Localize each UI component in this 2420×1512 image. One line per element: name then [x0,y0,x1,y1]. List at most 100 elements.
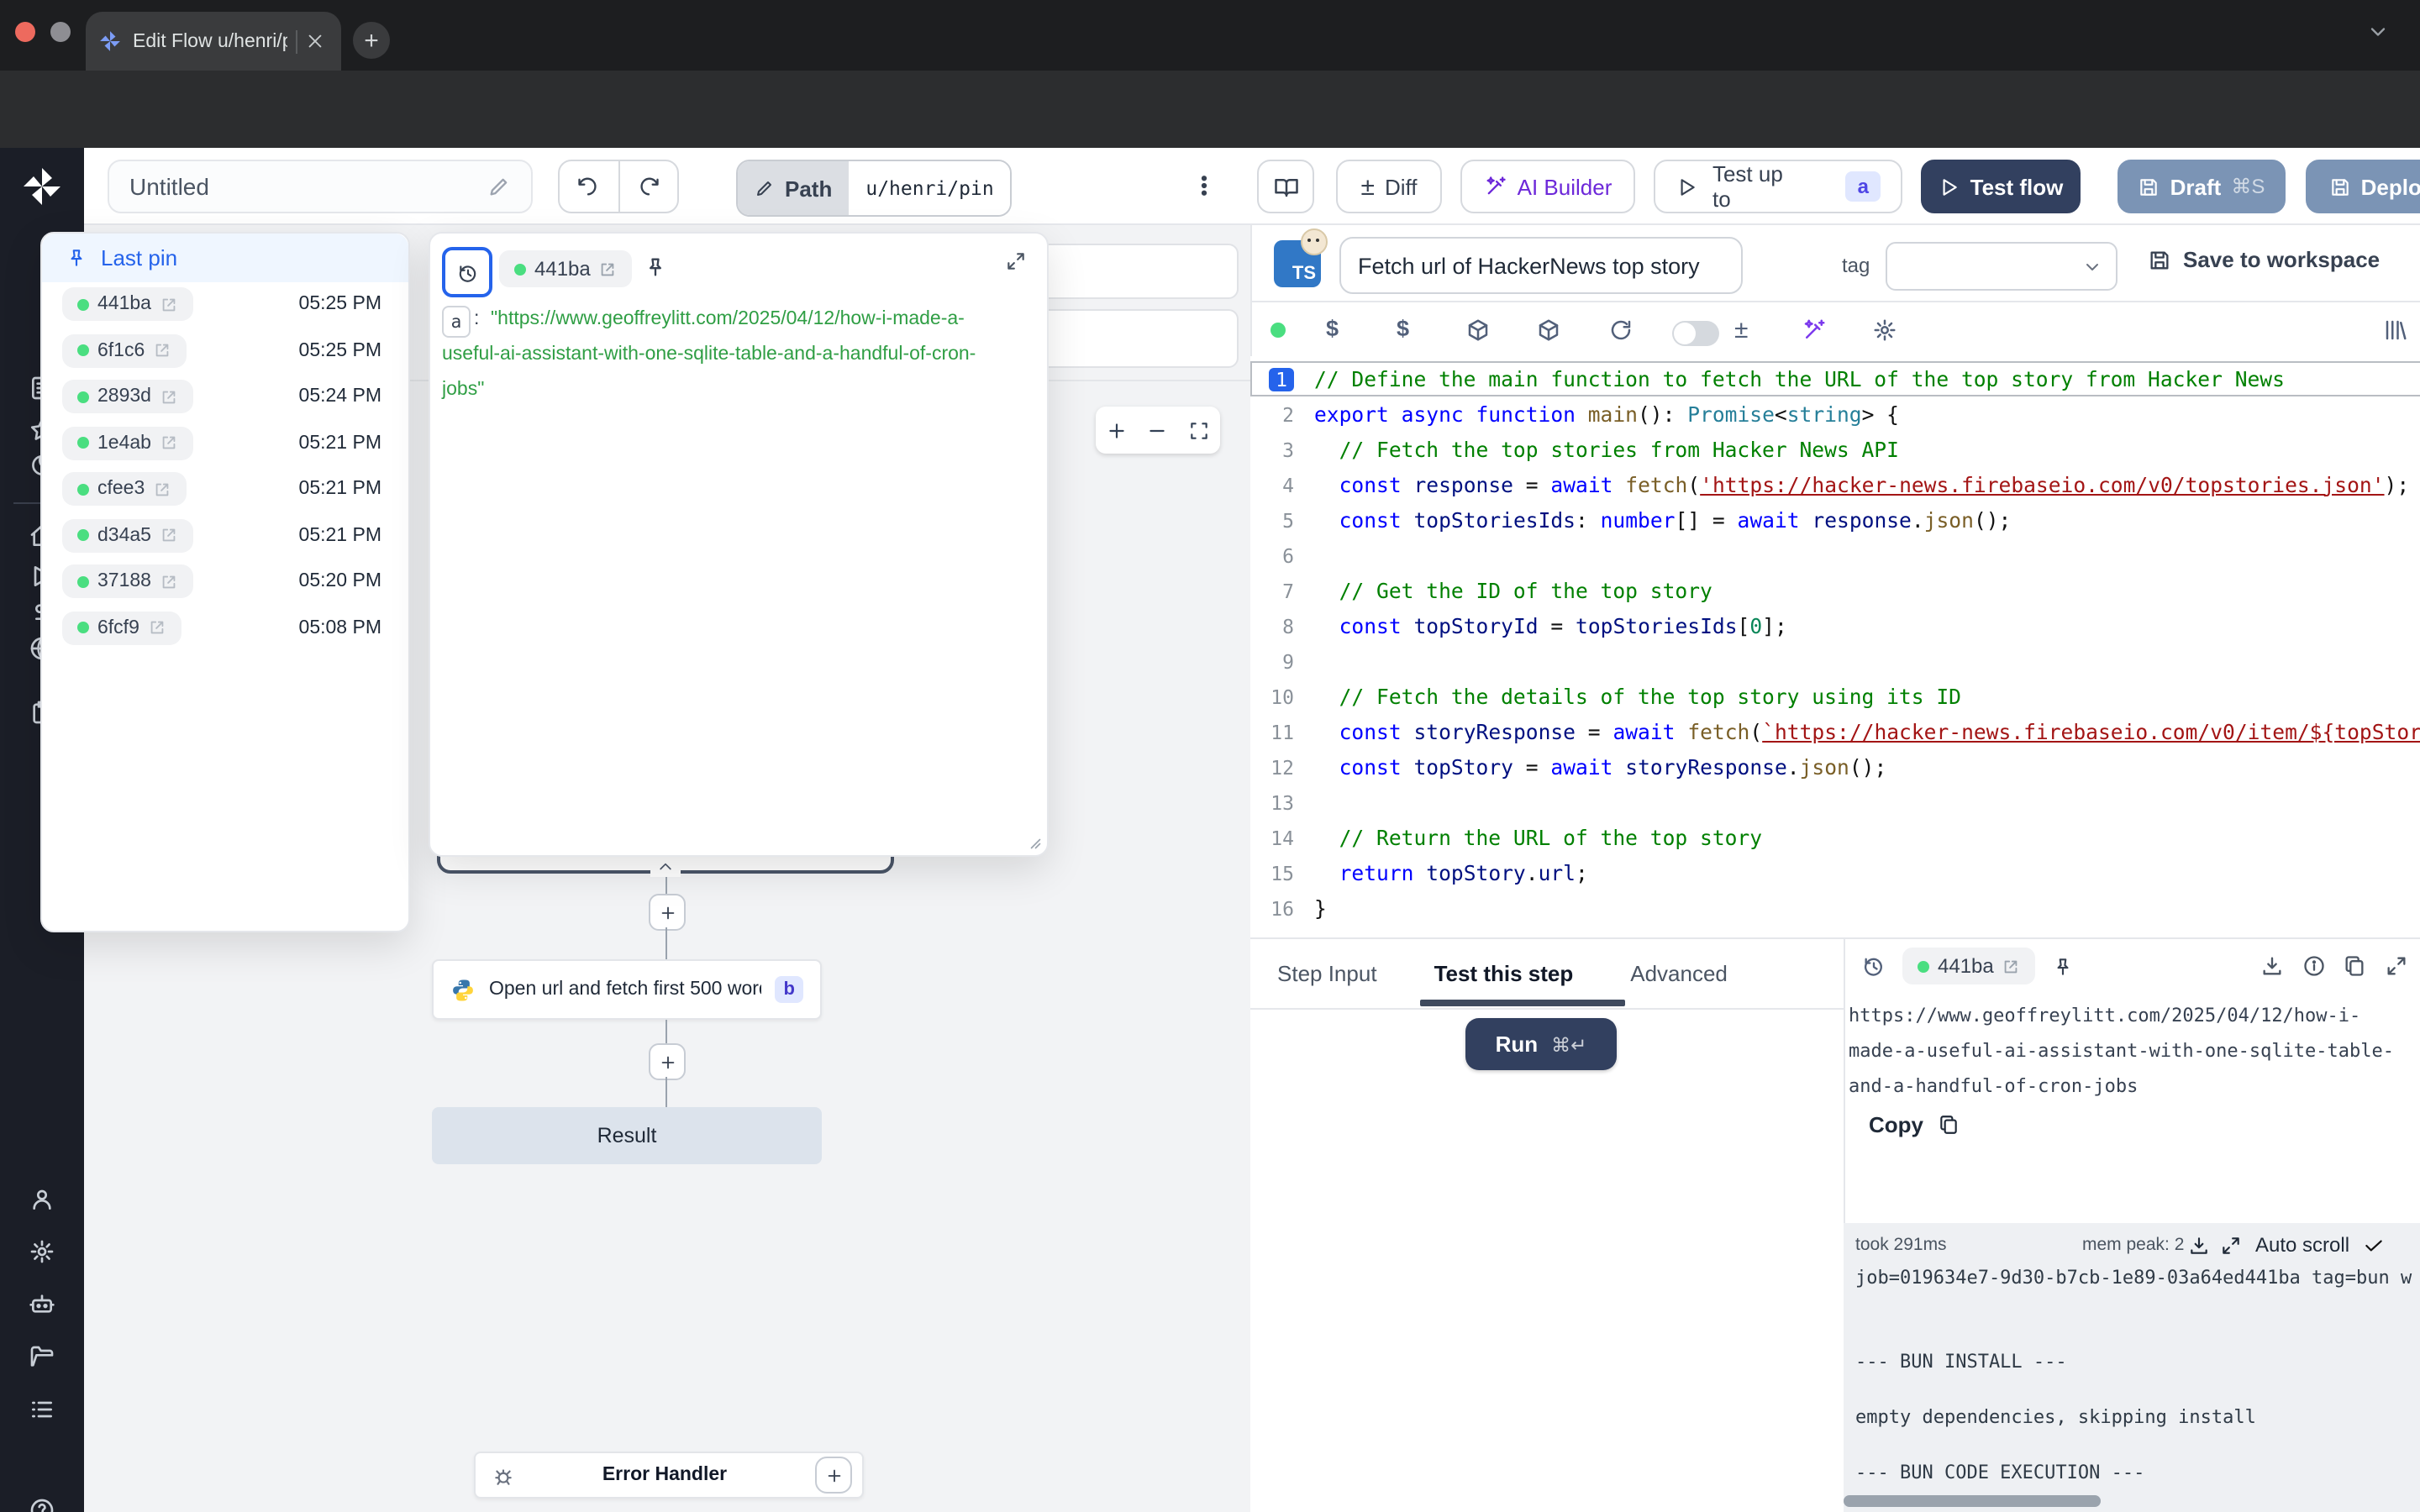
diff-toggle[interactable] [1672,321,1719,346]
flow-name-field[interactable]: Untitled [108,160,533,213]
pin-row[interactable]: 1e4ab05:21 PM [62,424,388,461]
external-link-icon[interactable] [160,572,178,591]
pin-job-pill[interactable]: 6fcf9 [62,611,182,644]
sidebar-settings-icon[interactable] [29,1238,55,1265]
test-flow-button[interactable]: Test flow [1921,160,2081,213]
check-icon[interactable] [2363,1234,2385,1256]
download-logs-icon[interactable] [2188,1234,2210,1256]
sidebar-workers-icon[interactable] [29,1290,55,1317]
pin-row[interactable]: cfee305:21 PM [62,470,388,507]
pin-row[interactable]: 6f1c605:25 PM [62,332,388,369]
code-line[interactable]: 1// Define the main function to fetch th… [1250,361,2420,396]
run-button[interactable]: Run ⌘↵ [1465,1018,1617,1070]
zoom-in-icon[interactable] [1106,419,1128,441]
flow-step-node[interactable]: Open url and fetch first 500 words of ..… [432,959,822,1020]
test-up-to-button[interactable]: Test up to a [1654,160,1902,213]
pin-icon[interactable] [2053,955,2075,977]
draft-button[interactable]: Draft ⌘S [2118,160,2286,213]
code-line[interactable]: 15 return topStory.url; [1250,855,2420,890]
close-tab-icon[interactable] [306,32,324,50]
deploy-button[interactable]: Deploy [2306,160,2420,213]
history-icon[interactable] [1862,954,1886,978]
pin-job-pill[interactable]: 6f1c6 [62,333,187,367]
pin-job-pill[interactable]: 37188 [62,564,193,598]
last-pin-header[interactable]: Last pin [42,234,408,282]
log-panel[interactable]: took 291ms mem peak: 2 Auto scroll job=0… [1844,1223,2420,1512]
flow-result-node[interactable]: Result [432,1107,822,1164]
path-chip[interactable]: Path u/henri/pin [736,160,1013,217]
gear-icon[interactable] [1872,318,1897,343]
autoscroll-label[interactable]: Auto scroll [2255,1233,2349,1257]
code-line[interactable]: 4 const response = await fetch('https://… [1250,467,2420,502]
tab-step-input[interactable]: Step Input [1277,960,1377,985]
history-button-selected[interactable] [442,247,492,297]
package2-icon[interactable] [1536,318,1561,343]
save-to-workspace-button[interactable]: Save to workspace [2148,247,2380,272]
package-icon[interactable] [1465,318,1491,343]
code-line[interactable]: 5 const topStoriesIds: number[] = await … [1250,502,2420,538]
path-edit-button[interactable]: Path [738,161,849,215]
collapse-node-button[interactable] [650,855,681,877]
pin-row[interactable]: 441ba05:25 PM [62,286,388,323]
minimize-window-button[interactable] [50,22,71,42]
refresh-icon[interactable] [1608,318,1634,343]
external-link-icon[interactable] [160,295,178,313]
add-step-button-top[interactable] [649,894,686,931]
code-line[interactable]: 12 const topStory = await storyResponse.… [1250,749,2420,785]
pin-row[interactable]: 6fcf905:08 PM [62,609,388,646]
copy-result-button[interactable]: Copy [1869,1112,1959,1137]
external-link-icon[interactable] [153,341,171,360]
tab-advanced[interactable]: Advanced [1630,960,1728,985]
code-line[interactable]: 9 [1250,643,2420,679]
fullscreen-icon[interactable] [2385,954,2408,978]
pin-job-pill[interactable]: 441ba [62,287,193,321]
add-step-button-bottom[interactable] [649,1043,686,1080]
info-icon[interactable] [2302,954,2326,978]
code-line[interactable]: 11 const storyResponse = await fetch(`ht… [1250,714,2420,749]
diff-button[interactable]: ± Diff [1336,160,1442,213]
code-line[interactable]: 6 [1250,538,2420,573]
external-link-icon[interactable] [2002,957,2021,975]
more-options-icon[interactable] [1192,173,1217,198]
zoom-out-icon[interactable] [1147,419,1169,441]
result-job-pill[interactable]: 441ba [1902,948,2036,984]
tab-test-this-step[interactable]: Test this step [1434,960,1574,985]
code-line[interactable]: 3 // Fetch the top stories from Hacker N… [1250,432,2420,467]
code-editor[interactable]: 1// Define the main function to fetch th… [1250,356,2420,937]
code-line[interactable]: 16} [1250,890,2420,926]
concurrency-icon[interactable]: $ [1397,316,1409,341]
plusminus-icon[interactable]: ± [1734,316,1748,344]
new-tab-button[interactable]: + [353,22,390,59]
external-link-icon[interactable] [599,260,618,278]
pin-row[interactable]: 3718805:20 PM [62,563,388,600]
error-handler-node[interactable]: Error Handler [474,1452,864,1499]
sidebar-logs-icon[interactable] [29,1396,55,1423]
library-icon[interactable] [2383,318,2408,343]
redo-button[interactable] [619,161,677,212]
resize-handle[interactable] [1025,833,1042,850]
external-link-icon[interactable] [153,480,171,498]
code-line[interactable]: 10 // Fetch the details of the top story… [1250,679,2420,714]
expand-popup-icon[interactable] [1005,250,1027,272]
windmill-logo[interactable] [22,166,62,207]
external-link-icon[interactable] [160,433,178,452]
ai-wand-icon[interactable] [1802,318,1827,343]
pin-job-pill[interactable]: 1e4ab [62,426,193,459]
test-up-to-step-badge[interactable]: a [1846,171,1881,202]
code-line[interactable]: 7 // Get the ID of the top story [1250,573,2420,608]
pin-row[interactable]: 2893d05:24 PM [62,378,388,415]
cache-icon[interactable]: $ [1326,316,1339,341]
pin-icon[interactable] [644,255,667,279]
add-error-handler-button[interactable] [815,1457,852,1494]
close-window-button[interactable] [15,22,35,42]
clipboard-icon[interactable] [2343,954,2366,978]
ai-builder-button[interactable]: AI Builder [1460,160,1635,213]
external-link-icon[interactable] [148,618,166,637]
fit-view-icon[interactable] [1188,419,1210,441]
code-line[interactable]: 2export async function main(): Promise<s… [1250,396,2420,432]
browser-tab[interactable]: Edit Flow u/henri/pin_results [86,12,341,71]
external-link-icon[interactable] [160,526,178,544]
sidebar-folders-icon[interactable] [29,1344,55,1371]
external-link-icon[interactable] [160,387,178,406]
download-result-icon[interactable] [2260,954,2284,978]
